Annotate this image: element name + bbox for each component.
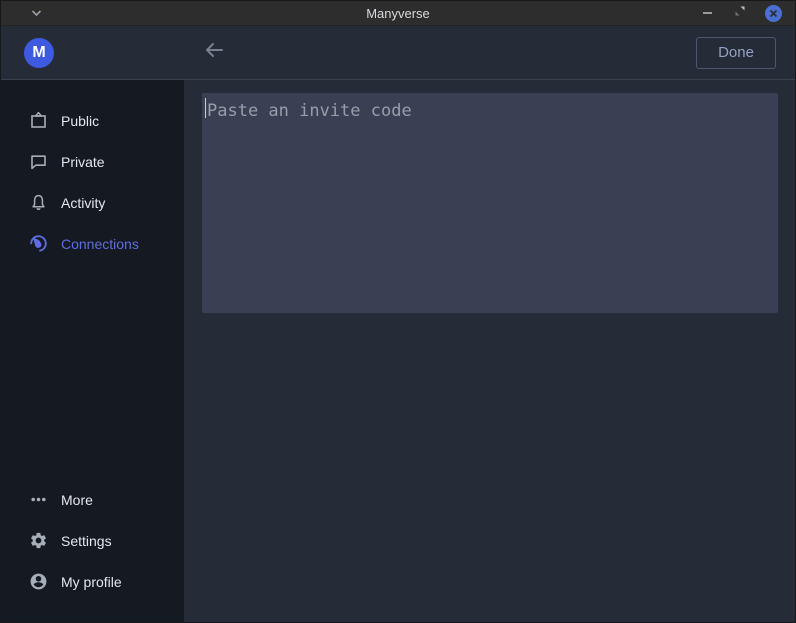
sidebar: Public Private Activity [1, 80, 184, 622]
sidebar-item-label: Activity [61, 195, 105, 211]
dots-horizontal-icon [29, 490, 48, 509]
sidebar-item-public[interactable]: Public [1, 100, 184, 141]
message-bubble-icon [29, 152, 48, 171]
gear-icon [29, 531, 48, 550]
close-button[interactable] [764, 4, 782, 22]
sidebar-item-label: Connections [61, 236, 139, 252]
main-content [184, 80, 795, 622]
done-button[interactable]: Done [696, 37, 776, 69]
minimize-button[interactable] [698, 4, 716, 22]
chevron-down-icon [31, 4, 42, 22]
window-menu-button[interactable] [31, 4, 42, 22]
sidebar-item-activity[interactable]: Activity [1, 182, 184, 223]
sidebar-item-label: Private [61, 154, 105, 170]
window-title: Manyverse [1, 6, 795, 21]
invite-code-input[interactable] [202, 93, 778, 313]
app-header: M Done [1, 26, 795, 80]
connections-dial-icon [29, 234, 48, 253]
close-icon [765, 5, 782, 22]
bulletin-board-icon [29, 111, 48, 130]
sidebar-item-private[interactable]: Private [1, 141, 184, 182]
maximize-icon [734, 4, 746, 22]
sidebar-item-label: More [61, 492, 93, 508]
app-window: Manyverse M [0, 0, 796, 623]
titlebar: Manyverse [1, 1, 795, 26]
sidebar-item-label: Public [61, 113, 99, 129]
sidebar-item-connections[interactable]: Connections [1, 223, 184, 264]
window-controls [698, 4, 795, 22]
bell-icon [29, 193, 48, 212]
back-button[interactable] [204, 41, 224, 64]
sidebar-item-settings[interactable]: Settings [1, 520, 184, 561]
sidebar-item-label: My profile [61, 574, 122, 590]
arrow-left-icon [204, 41, 224, 64]
maximize-button[interactable] [731, 4, 749, 22]
minimize-icon [703, 12, 712, 14]
account-circle-icon [29, 572, 48, 591]
logo-zone: M [1, 38, 184, 68]
sidebar-item-my-profile[interactable]: My profile [1, 561, 184, 602]
sidebar-spacer [1, 264, 184, 479]
app-body: Public Private Activity [1, 80, 795, 622]
manyverse-logo-icon: M [24, 38, 54, 68]
sidebar-item-more[interactable]: More [1, 479, 184, 520]
sidebar-item-label: Settings [61, 533, 112, 549]
